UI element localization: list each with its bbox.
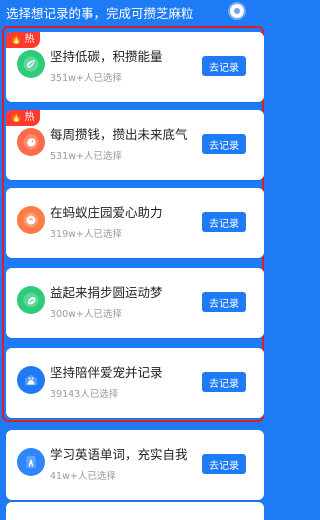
floating-dot-icon[interactable]: [230, 4, 244, 18]
english-icon: [17, 448, 45, 476]
task-card-walk-donate[interactable]: 益起来捐步圆运动梦 300w+人已选择 去记录: [6, 268, 264, 338]
task-subtitle: 531w+人已选择: [50, 151, 122, 162]
record-button[interactable]: 去记录: [202, 56, 246, 76]
task-title: 坚持陪伴爱宠并记录: [50, 365, 163, 380]
record-button[interactable]: 去记录: [202, 292, 246, 312]
ant-farm-icon: [17, 206, 45, 234]
task-subtitle: 39143人已选择: [50, 389, 119, 400]
record-button[interactable]: 去记录: [202, 212, 246, 232]
task-card-ant-farm[interactable]: 在蚂蚁庄园爱心助力 319w+人已选择 去记录: [6, 188, 264, 258]
record-button[interactable]: 去记录: [202, 454, 246, 474]
pet-icon: [17, 366, 45, 394]
hot-badge: 🔥 热: [6, 32, 41, 48]
task-card-pet[interactable]: 坚持陪伴爱宠并记录 39143人已选择 去记录: [6, 348, 264, 418]
task-title: 益起来捐步圆运动梦: [50, 285, 163, 300]
record-button[interactable]: 去记录: [202, 372, 246, 392]
savings-icon: [17, 128, 45, 156]
task-card-low-carbon[interactable]: 🔥 热 坚持低碳，积攒能量 351w+人已选择 去记录: [6, 32, 264, 102]
task-card-english[interactable]: 学习英语单词，充实自我 41w+人已选择 去记录: [6, 430, 264, 500]
task-title: 在蚂蚁庄园爱心助力: [50, 205, 163, 220]
task-subtitle: 300w+人已选择: [50, 309, 122, 320]
task-subtitle: 351w+人已选择: [50, 73, 122, 84]
flame-icon: 🔥: [10, 34, 23, 45]
flame-icon: 🔥: [10, 112, 23, 123]
task-subtitle: 319w+人已选择: [50, 229, 122, 240]
low-carbon-icon: [17, 50, 45, 78]
hot-badge: 🔥 热: [6, 110, 41, 126]
task-title: 每周攒钱，攒出未来底气: [50, 127, 188, 142]
task-title: 学习英语单词，充实自我: [50, 447, 188, 462]
task-card-weekly-savings[interactable]: 🔥 热 每周攒钱，攒出未来底气 531w+人已选择 去记录: [6, 110, 264, 180]
page-title: 选择想记录的事，完成可攒芝麻粒: [6, 6, 194, 21]
next-card-peek: [0, 502, 278, 520]
next-card-stub: [6, 502, 264, 520]
task-subtitle: 41w+人已选择: [50, 471, 116, 482]
task-title: 坚持低碳，积攒能量: [50, 49, 163, 64]
record-button[interactable]: 去记录: [202, 134, 246, 154]
walk-donate-icon: [17, 286, 45, 314]
